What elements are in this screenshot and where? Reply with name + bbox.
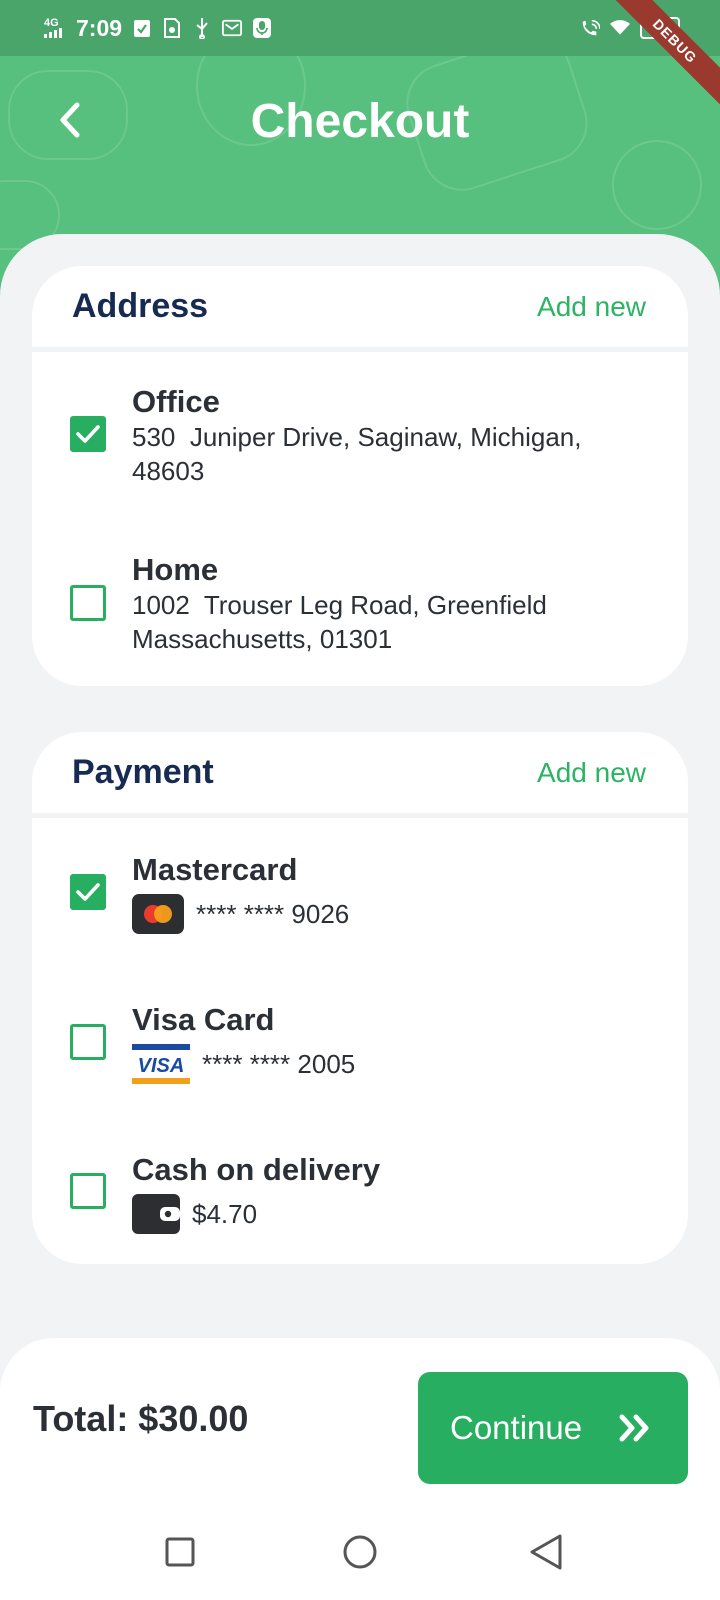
payment-label: Visa Card <box>132 1002 275 1037</box>
page-title: Checkout <box>250 95 470 148</box>
card-number: **** **** 9026 <box>196 899 350 929</box>
address-line: 1002 Trouser Leg Road, Greenfield Massac… <box>132 590 555 654</box>
check-icon <box>76 425 100 443</box>
add-payment-button[interactable]: Add new <box>537 757 646 789</box>
wifi-call-icon <box>580 17 600 39</box>
usb-icon <box>192 17 212 39</box>
mail-icon <box>222 17 243 39</box>
continue-button[interactable]: Continue <box>418 1372 688 1484</box>
order-total: Total: $30.00 <box>33 1398 249 1439</box>
wifi-icon <box>610 17 630 39</box>
address-option-office[interactable]: Office 530 Juniper Drive, Saginaw, Michi… <box>32 352 688 519</box>
payment-detail-line: $4.70 <box>132 1194 658 1234</box>
square-icon <box>165 1537 195 1567</box>
add-address-button[interactable]: Add new <box>537 291 646 323</box>
sim-icon <box>162 17 182 39</box>
payment-option-cash[interactable]: Cash on delivery $4.70 <box>32 1118 688 1268</box>
continue-label: Continue <box>450 1409 583 1446</box>
double-chevron-right-icon <box>619 1414 649 1442</box>
address-label: Home <box>132 552 219 587</box>
check-icon <box>76 883 100 901</box>
payment-detail-line: VISA **** **** 2005 <box>132 1044 658 1084</box>
mic-icon <box>252 17 272 39</box>
payment-checkbox-cash[interactable] <box>70 1173 106 1209</box>
payment-text-cash: Cash on delivery $4.70 <box>132 1152 658 1234</box>
payment-option-visa[interactable]: Visa Card VISA **** **** 2005 <box>32 968 688 1118</box>
visa-icon: VISA <box>132 1044 190 1084</box>
clipboard-check-icon <box>132 17 152 39</box>
payment-title: Payment <box>72 753 214 791</box>
address-option-home[interactable]: Home 1002 Trouser Leg Road, Greenfield M… <box>32 519 688 686</box>
address-checkbox-office[interactable] <box>70 416 106 452</box>
address-text-office: Office 530 Juniper Drive, Saginaw, Michi… <box>132 384 658 488</box>
payment-label: Mastercard <box>132 852 298 887</box>
payment-checkbox-visa[interactable] <box>70 1024 106 1060</box>
mastercard-icon <box>132 894 184 934</box>
system-navigation-bar <box>0 1500 720 1600</box>
card-number: **** **** 2005 <box>202 1049 356 1079</box>
payment-card-header: Payment Add new <box>32 732 688 818</box>
payment-checkbox-mastercard[interactable] <box>70 874 106 910</box>
payment-label: Cash on delivery <box>132 1152 381 1187</box>
home-button[interactable] <box>340 1532 380 1572</box>
payment-option-mastercard[interactable]: Mastercard **** **** 9026 <box>32 818 688 968</box>
network-indicator: 4G <box>44 18 66 38</box>
address-label: Office <box>132 384 220 419</box>
recent-apps-button[interactable] <box>160 1532 200 1572</box>
signal-icon <box>44 28 62 38</box>
address-card: Address Add new Office 530 Juniper Drive… <box>32 266 688 686</box>
address-checkbox-home[interactable] <box>70 585 106 621</box>
payment-card: Payment Add new Mastercard **** **** 902… <box>32 732 688 1264</box>
network-type: 4G <box>44 17 59 29</box>
payment-text-mastercard: Mastercard **** **** 9026 <box>132 852 658 934</box>
wallet-icon <box>132 1194 180 1234</box>
triangle-back-icon <box>530 1534 562 1570</box>
clock: 7:09 <box>76 14 123 41</box>
top-navigation: Checkout <box>0 56 720 196</box>
address-title: Address <box>72 287 209 325</box>
svg-text:VISA: VISA <box>138 1055 185 1077</box>
address-card-header: Address Add new <box>32 266 688 352</box>
back-nav-button[interactable] <box>526 1532 566 1572</box>
address-line: 530 Juniper Drive, Saginaw, Michigan, 48… <box>132 422 589 486</box>
cash-fee: $4.70 <box>192 1199 258 1229</box>
payment-text-visa: Visa Card VISA **** **** 2005 <box>132 1002 658 1084</box>
address-text-home: Home 1002 Trouser Leg Road, Greenfield M… <box>132 552 658 656</box>
status-bar: 4G 7:09 100 <box>0 0 720 56</box>
circle-icon <box>343 1535 377 1569</box>
payment-detail-line: **** **** 9026 <box>132 894 658 934</box>
status-left: 4G 7:09 <box>44 0 272 56</box>
